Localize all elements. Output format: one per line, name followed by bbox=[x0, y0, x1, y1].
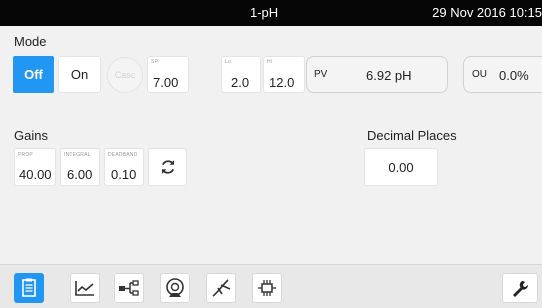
ou-label: OU bbox=[472, 69, 487, 80]
bottom-toolbar bbox=[0, 264, 542, 308]
trend-tab[interactable] bbox=[70, 273, 100, 303]
wrench-icon bbox=[513, 280, 529, 297]
low-limit-caption: Lo bbox=[225, 59, 231, 65]
chip-icon bbox=[258, 280, 276, 296]
title-bar: 1-pH 29 Nov 2016 10:15 bbox=[0, 0, 542, 26]
deadband-field[interactable]: DEADBAND 0.10 bbox=[104, 148, 144, 186]
trend-chart-icon bbox=[75, 281, 94, 296]
refresh-icon bbox=[161, 160, 174, 174]
pump-icon bbox=[166, 278, 184, 297]
mode-cascade-button[interactable]: Casc bbox=[107, 57, 143, 93]
high-limit-value: 12.0 bbox=[269, 75, 295, 90]
mode-on-button[interactable]: On bbox=[58, 56, 101, 93]
output-display: OU 0.0% bbox=[463, 56, 542, 93]
ou-value: 0.0% bbox=[499, 68, 529, 83]
channel-title: 1-pH bbox=[250, 5, 279, 20]
probe-tab[interactable] bbox=[206, 273, 236, 303]
integral-caption: INTEGRAL bbox=[64, 152, 91, 158]
pv-label: PV bbox=[314, 69, 328, 80]
prop-value: 40.00 bbox=[19, 167, 52, 182]
probe-icon bbox=[212, 279, 231, 297]
reset-gains-button[interactable] bbox=[148, 148, 187, 186]
low-limit-value: 2.0 bbox=[231, 75, 250, 90]
prop-gain-field[interactable]: PROP 40.00 bbox=[14, 148, 56, 186]
date-time: 29 Nov 2016 10:15 bbox=[432, 5, 542, 20]
network-icon bbox=[119, 280, 139, 296]
setpoint-field[interactable]: SP 7.00 bbox=[147, 56, 189, 93]
deadband-caption: DEADBAND bbox=[108, 152, 138, 158]
pv-value: 6.92 pH bbox=[366, 68, 412, 83]
clipboard-icon bbox=[22, 278, 36, 297]
mode-off-button[interactable]: Off bbox=[13, 56, 54, 93]
high-limit-field[interactable]: Hi 12.0 bbox=[263, 56, 305, 93]
pump-tab[interactable] bbox=[160, 273, 190, 303]
io-tab[interactable] bbox=[252, 273, 282, 303]
deadband-value: 0.10 bbox=[111, 167, 137, 182]
decimal-places-label: Decimal Places bbox=[367, 128, 457, 143]
prop-caption: PROP bbox=[18, 152, 33, 158]
overview-tab[interactable] bbox=[14, 273, 44, 303]
gains-label: Gains bbox=[14, 128, 48, 143]
setpoint-caption: SP bbox=[151, 59, 159, 65]
network-tab[interactable] bbox=[114, 273, 144, 303]
setpoint-value: 7.00 bbox=[153, 75, 179, 90]
mode-label: Mode bbox=[14, 34, 47, 49]
integral-value: 6.00 bbox=[67, 167, 93, 182]
high-limit-caption: Hi bbox=[267, 59, 273, 65]
low-limit-field[interactable]: Lo 2.0 bbox=[221, 56, 261, 93]
settings-button[interactable] bbox=[502, 273, 538, 303]
process-value-display: PV 6.92 pH bbox=[306, 56, 448, 93]
decimal-places-field[interactable]: 0.00 bbox=[364, 148, 438, 186]
integral-gain-field[interactable]: INTEGRAL 6.00 bbox=[60, 148, 100, 186]
